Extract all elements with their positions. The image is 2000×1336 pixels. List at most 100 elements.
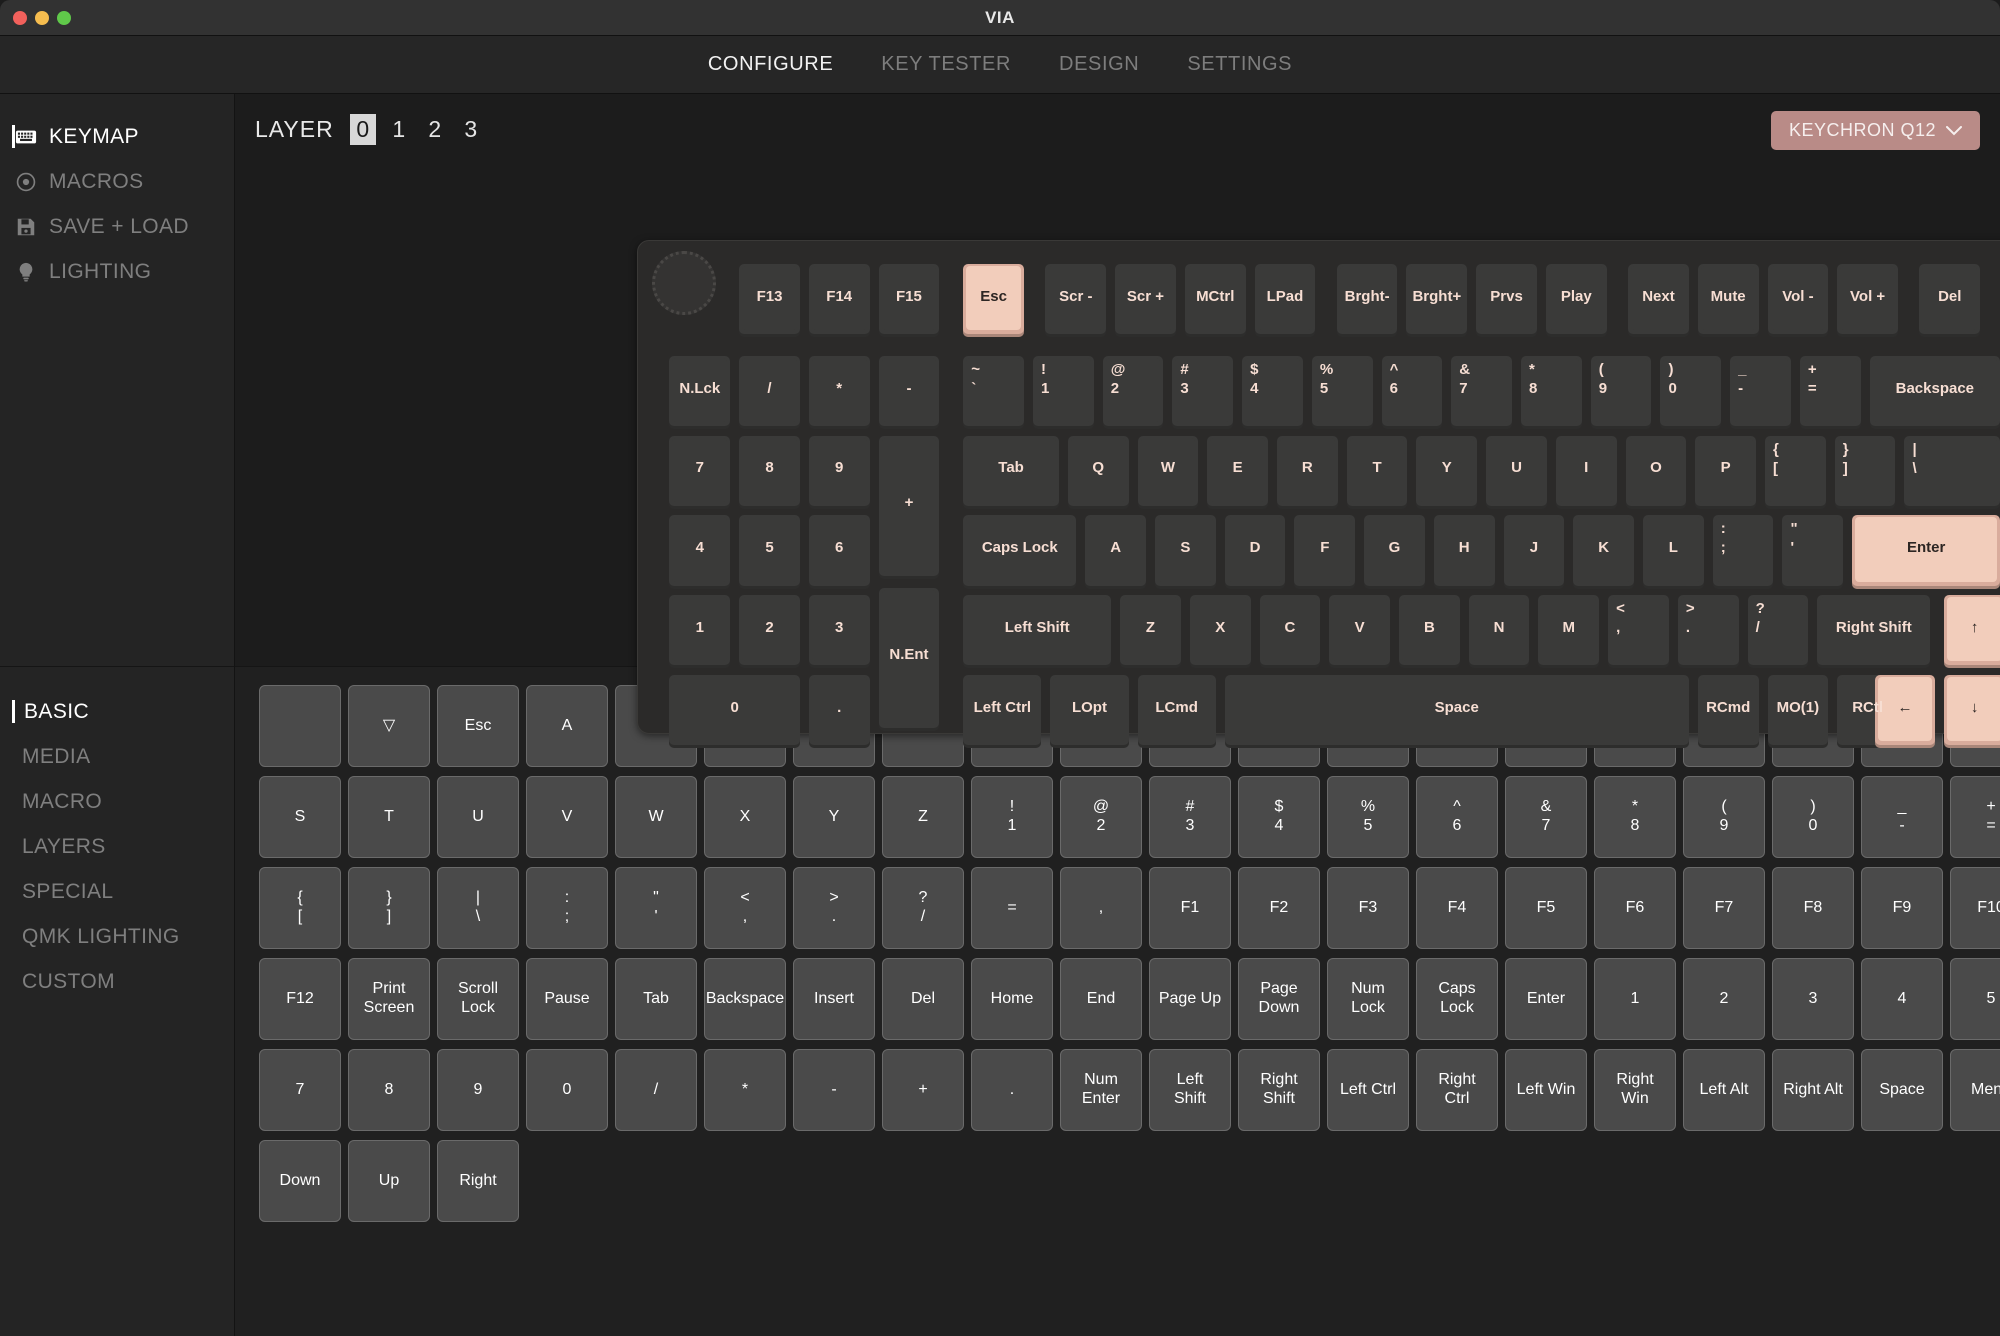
palette-key[interactable]: ? / <box>882 867 964 949</box>
keyboard-key[interactable]: " ' <box>1782 515 1844 589</box>
palette-key[interactable]: = <box>971 867 1053 949</box>
palette-key[interactable]: + <box>882 1049 964 1131</box>
layer-button-2[interactable]: 2 <box>422 114 448 145</box>
keyboard-key[interactable]: { [ <box>1765 435 1826 509</box>
palette-key[interactable]: } ] <box>348 867 430 949</box>
keyboard-key[interactable]: F13 <box>739 263 800 338</box>
palette-key[interactable]: Z <box>882 776 964 858</box>
keyboard-key[interactable]: I <box>1555 435 1617 509</box>
palette-key[interactable]: Home <box>971 958 1053 1040</box>
keyboard-key[interactable]: O <box>1625 435 1687 509</box>
palette-key[interactable]: Insert <box>793 958 875 1040</box>
palette-key[interactable]: Del <box>882 958 964 1040</box>
palette-key[interactable]: 1 <box>1594 958 1676 1040</box>
palette-key[interactable]: U <box>437 776 519 858</box>
keyboard-key[interactable]: . <box>808 674 870 748</box>
keyboard-key[interactable]: MCtrl <box>1184 263 1246 338</box>
palette-key[interactable]: Right Alt <box>1772 1049 1854 1131</box>
keyboard-key[interactable]: + = <box>1799 356 1861 430</box>
palette-key[interactable]: Scroll Lock <box>437 958 519 1040</box>
palette-key[interactable]: X <box>704 776 786 858</box>
keyboard-key[interactable]: * <box>808 356 870 430</box>
palette-key[interactable]: Tab <box>615 958 697 1040</box>
palette-key[interactable]: T <box>348 776 430 858</box>
palette-key[interactable]: Down <box>259 1140 341 1222</box>
palette-key-empty[interactable] <box>259 685 341 767</box>
sidebar-item-save-load[interactable]: SAVE + LOAD <box>0 204 234 249</box>
keyboard-key[interactable]: Scr - <box>1045 263 1107 338</box>
palette-key[interactable]: Right Shift <box>1238 1049 1320 1131</box>
sidebar-item-special[interactable]: SPECIAL <box>0 869 234 914</box>
palette-key[interactable]: | \ <box>437 867 519 949</box>
palette-key[interactable]: Page Up <box>1149 958 1231 1040</box>
keyboard-key[interactable]: LCmd <box>1137 674 1216 748</box>
palette-key[interactable]: 3 <box>1772 958 1854 1040</box>
tab-settings[interactable]: SETTINGS <box>1185 49 1294 80</box>
layer-button-0[interactable]: 0 <box>349 114 376 145</box>
palette-key[interactable]: F7 <box>1683 867 1765 949</box>
palette-key[interactable]: ( 9 <box>1683 776 1765 858</box>
keyboard-key[interactable]: A <box>1085 515 1146 589</box>
keyboard-selector-dropdown[interactable]: KEYCHRON Q12 <box>1770 111 1980 150</box>
palette-key[interactable]: F3 <box>1327 867 1409 949</box>
palette-key[interactable]: Right Win <box>1594 1049 1676 1131</box>
keyboard-key[interactable]: J <box>1503 515 1565 589</box>
rotary-encoder-knob[interactable] <box>652 251 716 315</box>
keyboard-key[interactable]: LPad <box>1254 263 1316 338</box>
sidebar-item-keymap[interactable]: KEYMAP <box>0 114 234 159</box>
palette-key[interactable]: Space <box>1861 1049 1943 1131</box>
palette-key[interactable]: 8 <box>348 1049 430 1131</box>
keyboard-key[interactable]: L <box>1643 515 1704 589</box>
keyboard-key[interactable]: Del <box>1919 263 1981 338</box>
palette-key[interactable]: : ; <box>526 867 608 949</box>
sidebar-item-lighting[interactable]: LIGHTING <box>0 249 234 294</box>
sidebar-item-layers[interactable]: LAYERS <box>0 824 234 869</box>
keyboard-key[interactable]: - <box>878 356 940 430</box>
keyboard-key[interactable]: Mute <box>1697 263 1759 338</box>
layer-button-1[interactable]: 1 <box>386 114 412 145</box>
palette-key[interactable]: Left Shift <box>1149 1049 1231 1131</box>
keyboard-key[interactable]: G <box>1364 515 1425 589</box>
keyboard-key[interactable]: P <box>1695 435 1757 509</box>
keyboard-key[interactable]: : ; <box>1712 515 1774 589</box>
layer-button-3[interactable]: 3 <box>458 114 484 145</box>
keyboard-key[interactable]: N.Lck <box>669 356 731 430</box>
palette-key[interactable]: < , <box>704 867 786 949</box>
keyboard-key[interactable]: _ - <box>1730 356 1791 430</box>
keyboard-key[interactable]: Left Ctrl <box>963 674 1042 748</box>
keyboard-key[interactable]: K <box>1573 515 1635 589</box>
palette-key[interactable]: " ' <box>615 867 697 949</box>
keyboard-key[interactable]: < , <box>1608 595 1669 669</box>
palette-key[interactable]: Right Ctrl <box>1416 1049 1498 1131</box>
palette-key[interactable]: + = <box>1950 776 2000 858</box>
keyboard-key[interactable]: Caps Lock <box>963 515 1077 589</box>
keyboard-key[interactable]: Q <box>1067 435 1129 509</box>
keyboard-key[interactable]: Brght+ <box>1406 263 1468 338</box>
keyboard-key[interactable]: Space <box>1224 674 1689 748</box>
keyboard-key[interactable]: N <box>1468 595 1530 669</box>
keyboard-key[interactable]: E <box>1207 435 1268 509</box>
keyboard-key[interactable]: N.Ent <box>878 587 940 731</box>
keyboard-key[interactable]: } ] <box>1834 435 1896 509</box>
palette-key[interactable]: ) 0 <box>1772 776 1854 858</box>
palette-key[interactable]: Y <box>793 776 875 858</box>
palette-key[interactable]: Menu <box>1950 1049 2000 1131</box>
keyboard-key[interactable]: U <box>1486 435 1547 509</box>
palette-key[interactable]: Caps Lock <box>1416 958 1498 1040</box>
keyboard-key[interactable]: 1 <box>669 595 731 669</box>
keyboard-key[interactable]: X <box>1189 595 1251 669</box>
palette-key[interactable]: F10 <box>1950 867 2000 949</box>
palette-key[interactable]: Num Enter <box>1060 1049 1142 1131</box>
keyboard-key[interactable]: Esc <box>963 263 1024 338</box>
palette-key[interactable]: Backspace <box>704 958 786 1040</box>
keyboard-key[interactable]: M <box>1538 595 1600 669</box>
keyboard-key[interactable]: B <box>1399 595 1460 669</box>
palette-key[interactable]: * <box>704 1049 786 1131</box>
sidebar-item-custom[interactable]: CUSTOM <box>0 959 234 1004</box>
palette-key[interactable]: Enter <box>1505 958 1587 1040</box>
palette-key[interactable]: % 5 <box>1327 776 1409 858</box>
sidebar-item-macro[interactable]: MACRO <box>0 779 234 824</box>
sidebar-item-qmk-lighting[interactable]: QMK LIGHTING <box>0 914 234 959</box>
keyboard-key[interactable]: ? / <box>1747 595 1809 669</box>
palette-key[interactable]: 4 <box>1861 958 1943 1040</box>
